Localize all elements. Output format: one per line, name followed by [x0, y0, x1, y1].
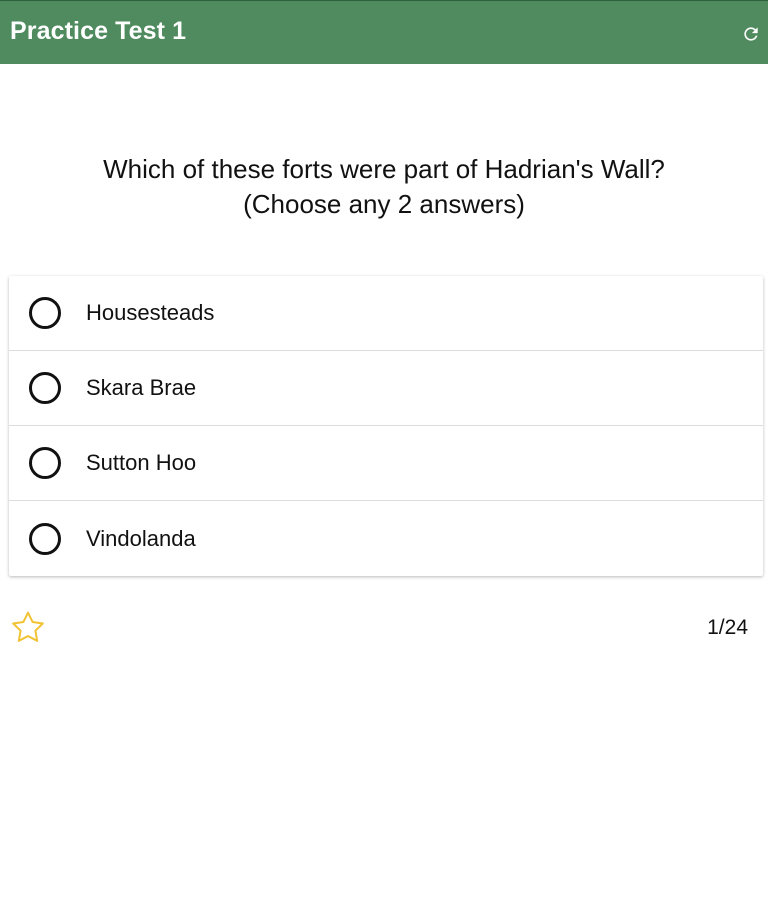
radio-button[interactable]	[29, 447, 61, 479]
radio-button[interactable]	[29, 522, 61, 555]
answer-option-vindolanda[interactable]: Vindolanda	[9, 501, 763, 576]
star-outline-icon	[12, 611, 44, 642]
radio-button[interactable]	[29, 297, 61, 329]
bookmark-star-button[interactable]	[8, 608, 48, 648]
answer-option-housesteads[interactable]: Housesteads	[9, 276, 763, 351]
app-bar: Practice Test 1	[0, 0, 768, 64]
answer-label: Skara Brae	[86, 375, 197, 400]
answer-label: Vindolanda	[86, 525, 196, 551]
question-text: Which of these forts were part of Hadria…	[0, 152, 768, 222]
answer-option-sutton-hoo[interactable]: Sutton Hoo	[9, 426, 763, 501]
refresh-button[interactable]	[738, 21, 764, 47]
refresh-icon	[744, 27, 758, 41]
radio-button[interactable]	[29, 372, 61, 404]
app-title: Practice Test 1	[10, 17, 187, 45]
answer-label: Sutton Hoo	[86, 450, 197, 475]
question-instruction: (Choose any 2 answers)	[243, 189, 525, 219]
question-progress-counter: 1/24	[707, 616, 748, 639]
question-line-1: Which of these forts were part of Hadria…	[103, 154, 665, 184]
answer-option-skara-brae[interactable]: Skara Brae	[9, 351, 763, 426]
answer-list: Housesteads Skara Brae Sutton Hoo Vindol…	[9, 276, 763, 576]
answer-label: Housesteads	[86, 300, 215, 325]
